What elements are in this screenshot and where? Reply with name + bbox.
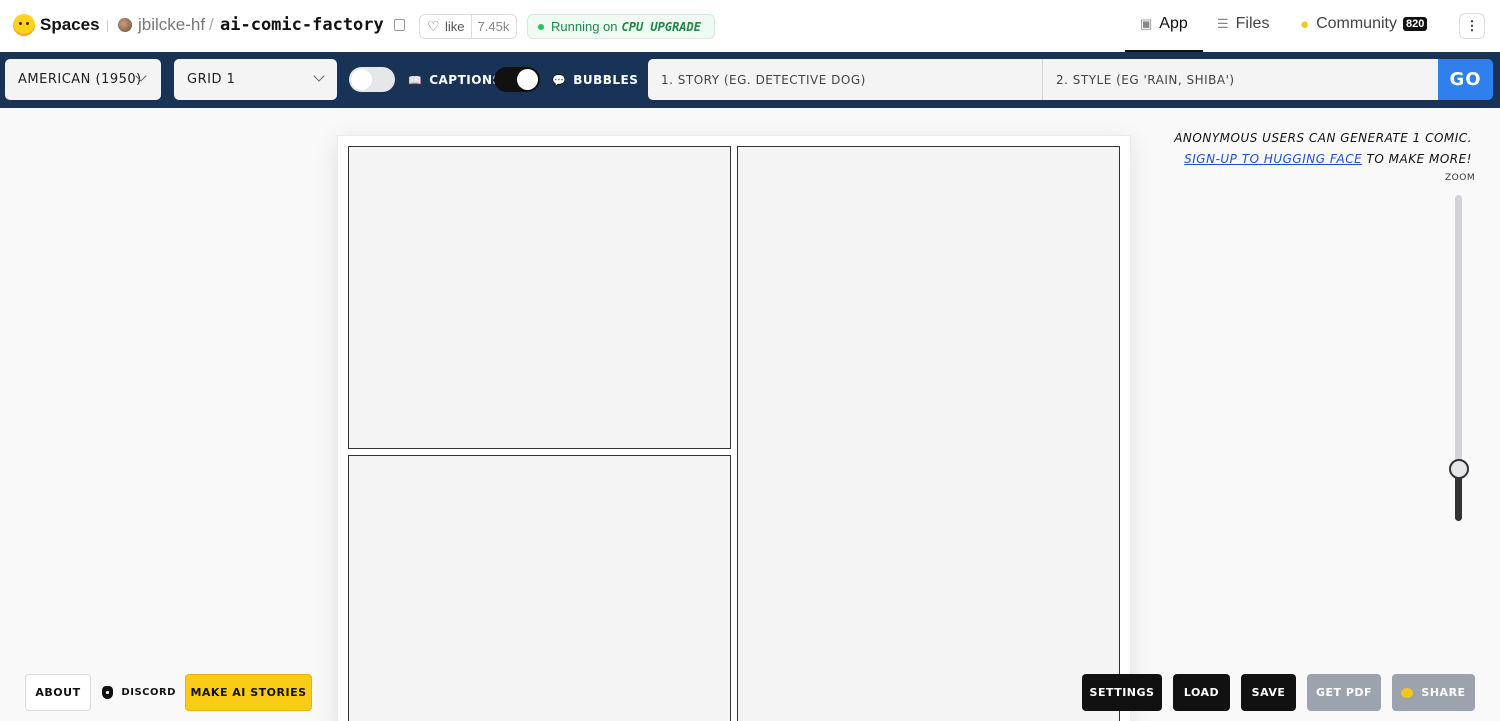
chevron-down-icon (313, 70, 325, 82)
like-count[interactable]: 7.45k (478, 19, 510, 34)
bubbles-label: 💬 Bubbles (552, 73, 638, 87)
files-icon: ☰ (1217, 16, 1229, 31)
captions-label: 📖 Captions (408, 73, 502, 87)
bubbles-label-text: Bubbles (573, 73, 639, 87)
tab-community-label: Community (1316, 15, 1397, 32)
spaces-brand[interactable]: Spaces (40, 15, 100, 35)
share-button[interactable]: Share (1392, 674, 1475, 711)
about-button[interactable]: About (25, 674, 91, 711)
prompt-inputs (648, 59, 1438, 100)
more-options-icon[interactable]: ⋮ (1459, 13, 1485, 39)
running-label: Running on (551, 19, 618, 34)
book-icon: 📖 (408, 73, 423, 87)
comic-toolbar: American (1950) Grid 1 📖 Captions 💬 Bubb… (0, 52, 1500, 108)
make-ai-stories-button[interactable]: Make AI stories (185, 674, 312, 711)
comic-panel-1[interactable] (348, 146, 731, 449)
save-button[interactable]: Save (1241, 674, 1296, 711)
repo-name[interactable]: ai-comic-factory (220, 15, 384, 35)
tab-app-label: App (1159, 15, 1188, 32)
share-label: Share (1421, 686, 1466, 699)
layout-select[interactable]: Grid 1 (174, 59, 337, 100)
community-icon: ● (1300, 15, 1310, 33)
style-prompt-input[interactable] (1043, 59, 1438, 100)
heart-icon: ♡ (427, 18, 440, 34)
captions-toggle[interactable] (349, 67, 395, 92)
load-button[interactable]: Load (1173, 674, 1230, 711)
tab-files[interactable]: ☰ Files (1217, 15, 1269, 33)
status-dot-icon (538, 23, 544, 30)
signup-link[interactable]: Sign-up to Hugging Face (1184, 152, 1362, 166)
comic-panel-2[interactable] (737, 146, 1120, 721)
zoom-slider-thumb[interactable] (1449, 459, 1469, 479)
notice-line-2-suffix: to make more! (1362, 152, 1472, 166)
get-pdf-button[interactable]: Get PDF (1307, 674, 1381, 711)
hugging-face-logo-icon[interactable] (13, 14, 35, 36)
anonymous-notice: Anonymous users can generate 1 comic. Si… (1174, 128, 1472, 170)
discord-label: Discord (121, 687, 176, 698)
owner-avatar[interactable] (118, 18, 132, 32)
hugging-face-icon (1401, 687, 1414, 698)
notice-line-2: Sign-up to Hugging Face to make more! (1174, 149, 1472, 170)
style-select-value: American (1950) (18, 72, 142, 87)
layout-select-value: Grid 1 (187, 72, 236, 87)
zoom-label: zoom (1445, 173, 1476, 183)
story-prompt-input[interactable] (648, 59, 1043, 100)
toggle-knob (351, 69, 372, 90)
comic-panel-3[interactable] (348, 455, 731, 721)
hardware-label: CPU UPGRADE (621, 19, 701, 34)
speech-bubble-icon: 💬 (552, 73, 567, 87)
discord-button[interactable]: Discord (102, 674, 176, 711)
like-label: like (445, 15, 472, 38)
tab-files-label: Files (1235, 15, 1270, 32)
notice-line-1: Anonymous users can generate 1 comic. (1174, 131, 1472, 145)
running-status-badge[interactable]: Running on CPU UPGRADE (527, 14, 715, 39)
path-separator: / (209, 15, 214, 34)
like-button[interactable]: ♡ like 7.45k (419, 14, 517, 39)
copy-icon[interactable] (394, 19, 405, 31)
divider (107, 20, 108, 32)
community-count-badge: 820 (1402, 17, 1428, 31)
toggle-knob (517, 69, 538, 90)
tab-app[interactable]: ▣ App (1140, 15, 1188, 33)
hf-header: Spaces jbilcke-hf / ai-comic-factory ♡ l… (0, 0, 1500, 52)
tab-community[interactable]: ● Community 820 (1300, 15, 1428, 33)
settings-button[interactable]: Settings (1082, 674, 1162, 711)
captions-label-text: Captions (429, 73, 502, 87)
style-select[interactable]: American (1950) (5, 59, 161, 100)
discord-icon (102, 686, 114, 699)
owner-link[interactable]: jbilcke-hf (138, 15, 205, 35)
comic-page (337, 135, 1131, 721)
bubbles-toggle[interactable] (494, 67, 540, 92)
go-button[interactable]: Go (1438, 59, 1493, 100)
app-cube-icon: ▣ (1140, 16, 1153, 31)
